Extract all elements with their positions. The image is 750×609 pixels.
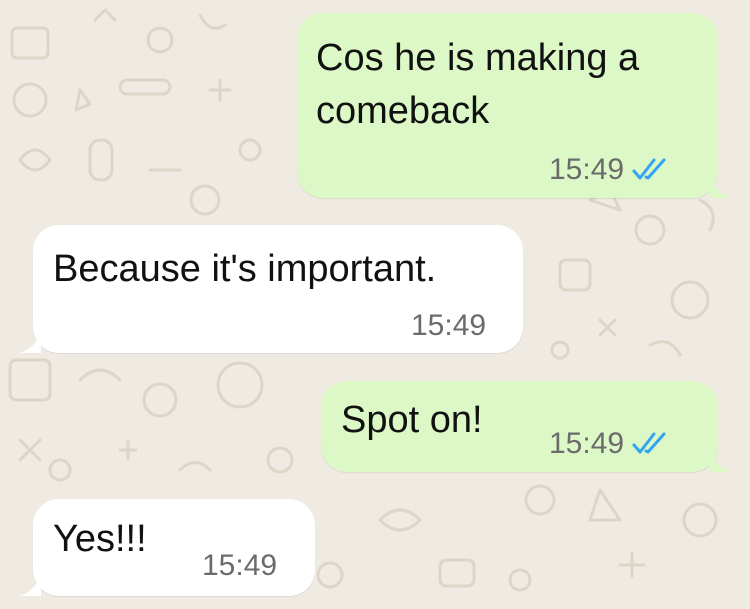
- message-text-line: Yes!!!: [53, 518, 147, 560]
- message-text-line: Cos he is making a: [316, 37, 640, 79]
- bubble-tail: [710, 176, 732, 198]
- outgoing-message-bubble[interactable]: Spot on! 15:49: [321, 381, 732, 472]
- double-check-icon: [632, 158, 666, 180]
- bubble-tail: [710, 450, 732, 472]
- message-meta: 15:49: [549, 153, 670, 187]
- message-text-line: Spot on!: [341, 399, 483, 441]
- message-meta: 15:49: [202, 549, 277, 583]
- message-text-line: Because it's important.: [53, 248, 437, 290]
- incoming-message-bubble[interactable]: Yes!!! 15:49: [19, 499, 315, 596]
- message-text-line: comeback: [316, 90, 490, 132]
- outgoing-message-bubble[interactable]: Cos he is making a comeback 15:49: [297, 13, 732, 198]
- bubble-tail: [19, 574, 41, 596]
- double-check-icon: [632, 432, 666, 454]
- message-timestamp: 15:49: [202, 549, 278, 582]
- message-timestamp: 15:49: [411, 309, 487, 342]
- bubble-tail: [19, 331, 41, 353]
- message-meta: 15:49: [549, 427, 670, 461]
- message-timestamp: 15:49: [549, 427, 625, 460]
- message-timestamp: 15:49: [549, 153, 625, 186]
- incoming-message-bubble[interactable]: Because it's important. 15:49: [19, 225, 523, 353]
- message-meta: 15:49: [411, 309, 486, 343]
